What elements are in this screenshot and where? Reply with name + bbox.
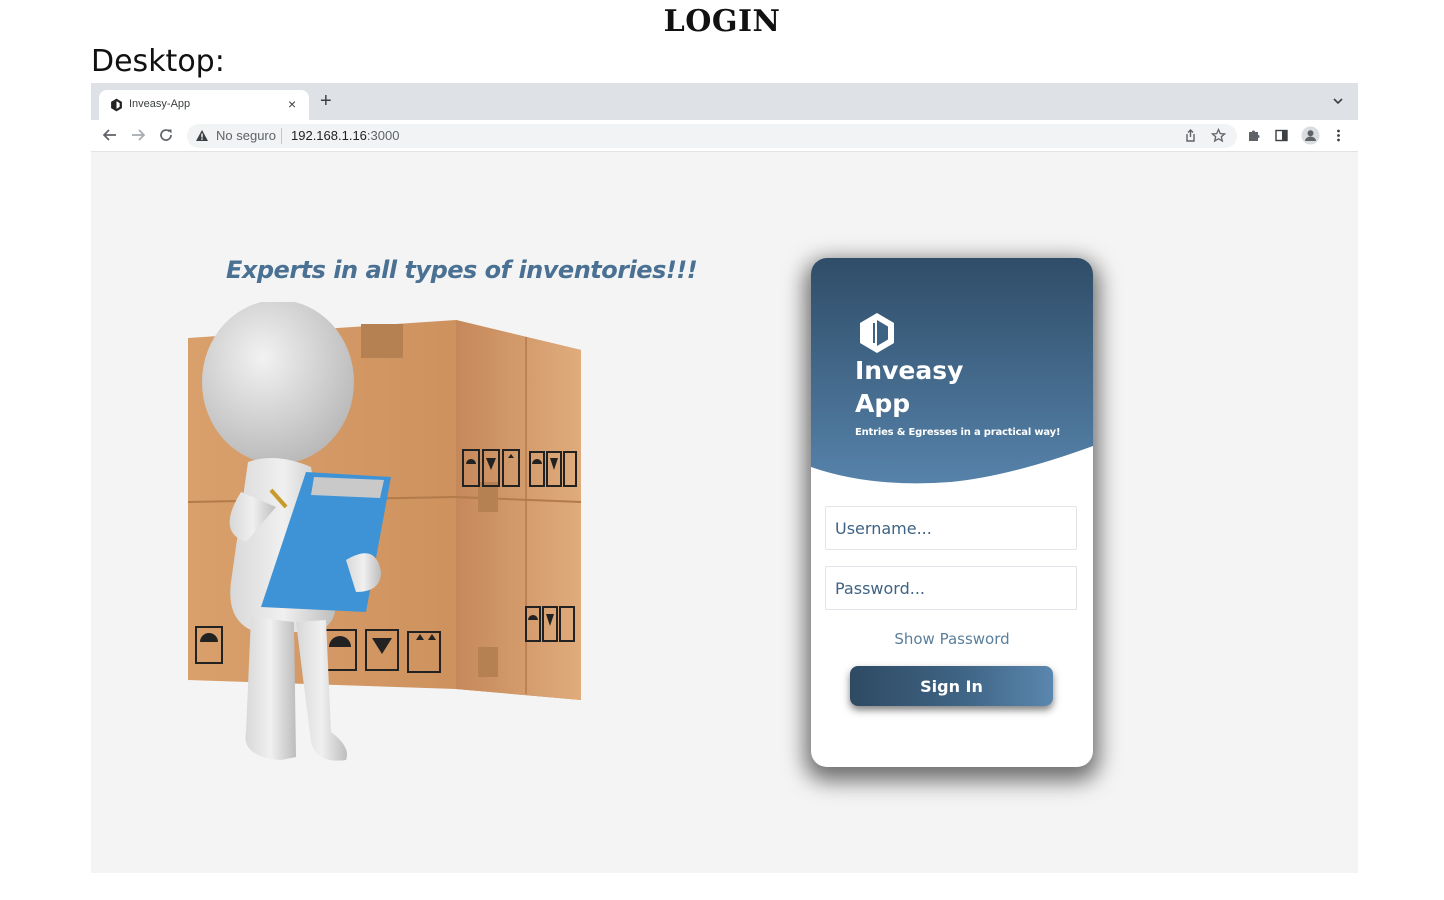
- document-title: LOGIN: [663, 4, 781, 39]
- chevron-down-icon[interactable]: [1332, 95, 1344, 107]
- address-bar[interactable]: No seguro 192.168.1.16:3000: [187, 124, 1237, 148]
- cube-logo-icon: [111, 98, 122, 112]
- url-host: 192.168.1.16: [291, 128, 367, 143]
- username-input[interactable]: [825, 506, 1077, 550]
- tab-strip: Inveasy-App × +: [91, 83, 1358, 120]
- document-subtitle: Desktop:: [91, 44, 225, 79]
- more-vert-icon[interactable]: [1331, 128, 1346, 143]
- sign-in-button[interactable]: Sign In: [850, 666, 1053, 706]
- app-name: Inveasy App: [855, 354, 1055, 420]
- warning-icon: [196, 130, 208, 141]
- star-icon[interactable]: [1211, 128, 1226, 143]
- browser-tab[interactable]: Inveasy-App ×: [99, 90, 309, 120]
- close-icon[interactable]: ×: [288, 95, 296, 113]
- cube-logo-icon: [860, 313, 894, 353]
- side-panel-icon[interactable]: [1274, 128, 1289, 143]
- reload-icon[interactable]: [158, 127, 174, 143]
- show-password-link[interactable]: Show Password: [811, 630, 1093, 648]
- password-input[interactable]: [825, 566, 1077, 610]
- app-name-line2: App: [855, 389, 911, 418]
- forward-arrow-icon[interactable]: [130, 127, 146, 143]
- app-name-line1: Inveasy: [855, 356, 964, 385]
- address-separator: [281, 128, 282, 144]
- browser-window: Inveasy-App × + No seguro 192.168.1.16:3…: [91, 83, 1358, 873]
- login-card: Inveasy App Entries & Egresses in a prac…: [811, 258, 1093, 767]
- url-text[interactable]: 192.168.1.16:3000: [291, 128, 399, 143]
- browser-toolbar: No seguro 192.168.1.16:3000: [91, 120, 1358, 152]
- inventory-illustration: [187, 302, 582, 761]
- not-secure-label[interactable]: No seguro: [216, 128, 276, 143]
- profile-icon[interactable]: [1301, 126, 1320, 145]
- url-port: :3000: [366, 128, 400, 143]
- puzzle-icon[interactable]: [1246, 128, 1261, 143]
- back-arrow-icon[interactable]: [102, 127, 118, 143]
- share-icon[interactable]: [1183, 128, 1198, 143]
- app-tagline: Entries & Egresses in a practical way!: [855, 427, 1061, 438]
- hero-tagline: Experts in all types of inventories!!!: [226, 256, 698, 284]
- tab-title: Inveasy-App: [129, 98, 191, 110]
- plus-icon[interactable]: +: [320, 91, 332, 111]
- page-viewport: Experts in all types of inventories!!! I…: [91, 152, 1358, 873]
